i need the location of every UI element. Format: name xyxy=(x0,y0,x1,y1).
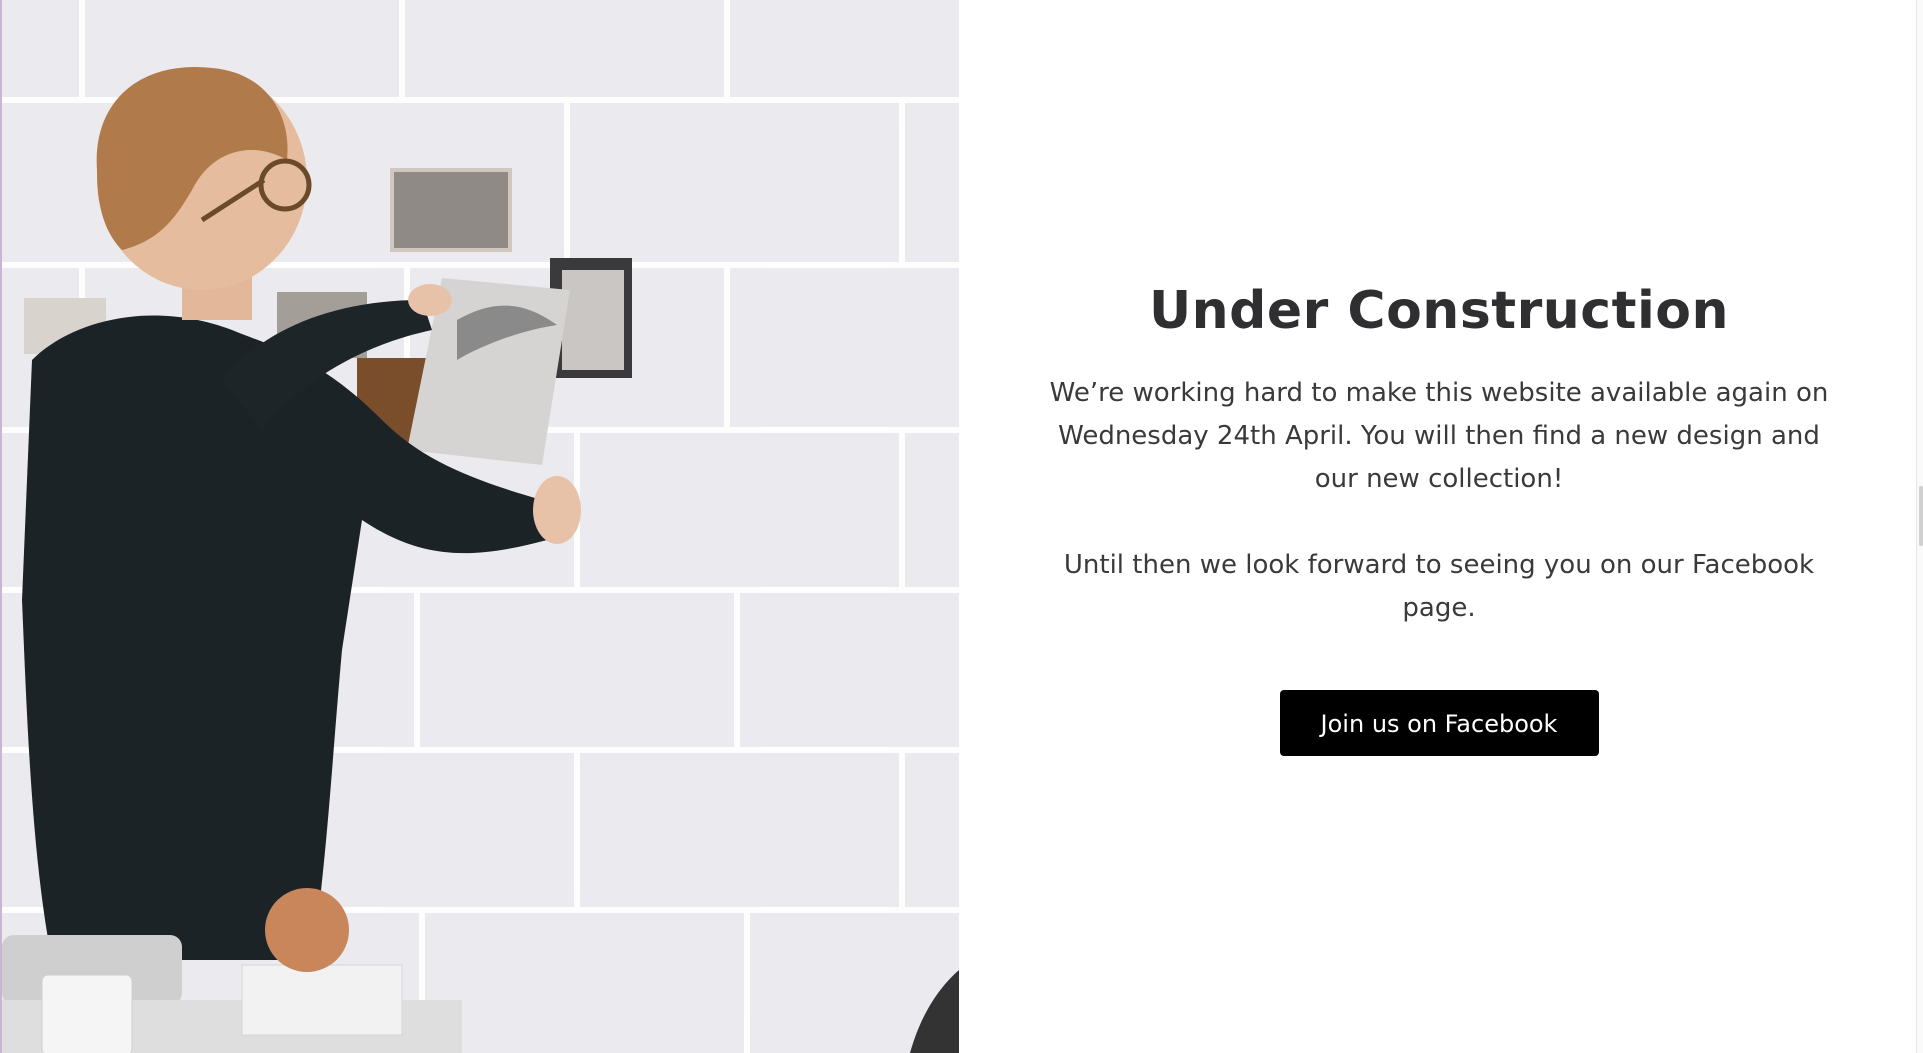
content-panel: Under Construction We’re working hard to… xyxy=(959,0,1923,1053)
hero-illustration xyxy=(2,0,959,1053)
hero-photo xyxy=(0,0,959,1053)
scrollbar-track[interactable] xyxy=(1916,0,1923,1053)
availability-message: We’re working hard to make this website … xyxy=(1049,378,1829,495)
under-construction-page: Under Construction We’re working hard to… xyxy=(0,0,1923,1053)
scrollbar-thumb[interactable] xyxy=(1919,486,1923,546)
page-title: Under Construction xyxy=(1148,281,1730,341)
message-block: Under Construction We’re working hard to… xyxy=(1039,280,1839,757)
join-facebook-button[interactable]: Join us on Facebook xyxy=(1279,690,1599,757)
facebook-message: Until then we look forward to seeing you… xyxy=(1063,550,1815,624)
